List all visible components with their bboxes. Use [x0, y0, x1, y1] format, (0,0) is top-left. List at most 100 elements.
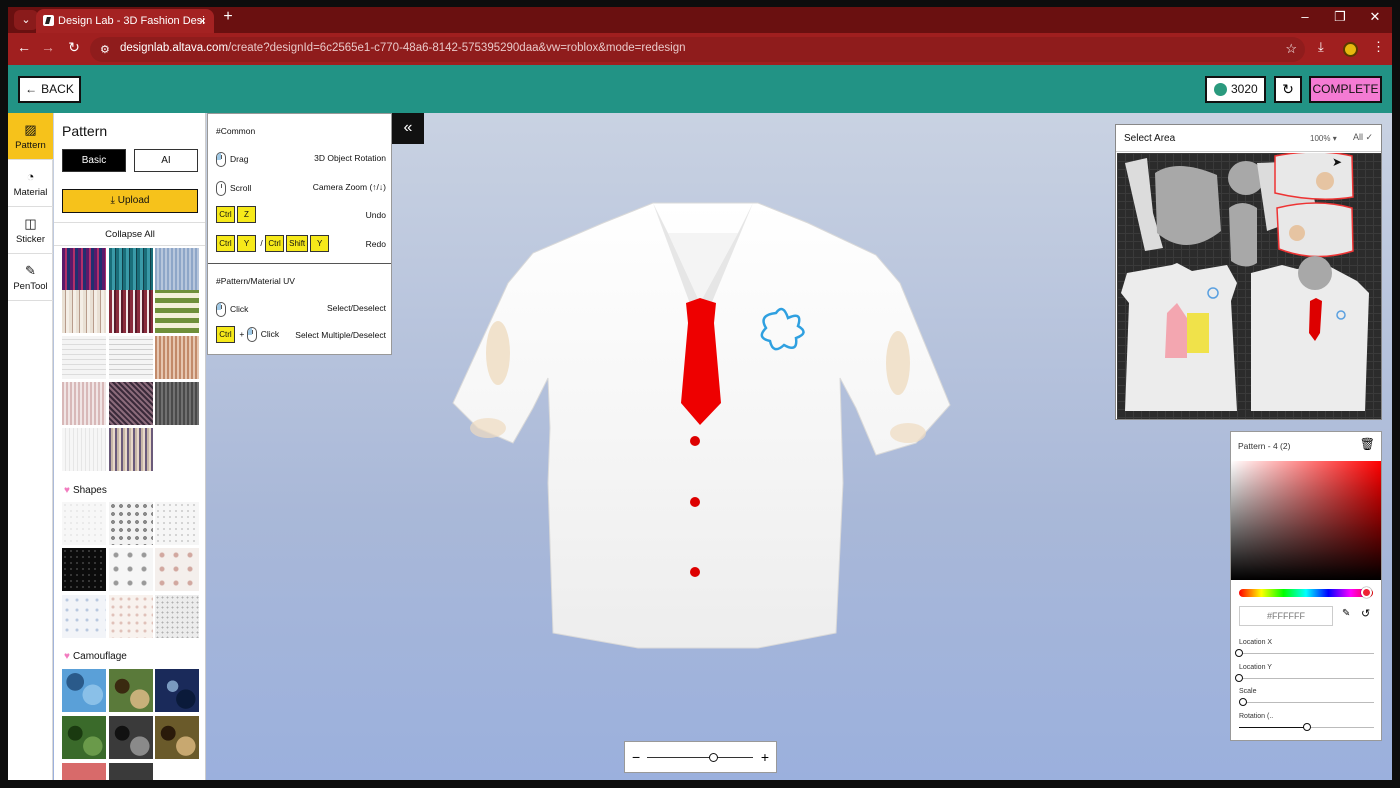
shape-swatch[interactable] — [62, 595, 106, 638]
shape-swatch[interactable] — [109, 595, 153, 638]
pen-icon: ✎ — [25, 263, 36, 278]
pattern-swatch[interactable] — [62, 382, 106, 425]
saturation-picker[interactable] — [1231, 461, 1381, 580]
camo-swatch[interactable] — [109, 716, 153, 759]
new-tab-icon[interactable]: + — [218, 8, 238, 26]
location-x-handle[interactable] — [1235, 649, 1243, 657]
camo-swatch[interactable] — [62, 716, 106, 759]
zoom-slider-handle[interactable] — [708, 753, 718, 762]
nav-sticker[interactable]: ◫ Sticker — [8, 207, 53, 254]
camo-swatch[interactable] — [109, 669, 153, 712]
uv-zoom-select[interactable]: 100% ▾ — [1310, 134, 1337, 143]
browser-tab[interactable]: Design Lab - 3D Fashion Desi × — [36, 9, 214, 33]
pattern-swatch[interactable] — [109, 382, 153, 425]
shape-swatch[interactable] — [62, 502, 106, 545]
shape-swatch[interactable] — [155, 548, 199, 591]
uv-canvas[interactable] — [1117, 151, 1381, 419]
camo-swatch[interactable] — [155, 669, 199, 712]
key-ctrl: Ctrl — [216, 206, 235, 223]
camo-swatch[interactable] — [62, 669, 106, 712]
uv-all-toggle[interactable]: All ✓ — [1353, 132, 1373, 143]
reset-color-icon[interactable]: ↺ — [1361, 607, 1370, 620]
zoom-in-icon[interactable]: + — [761, 749, 769, 765]
collapse-panel-button[interactable]: « — [392, 113, 424, 144]
back-arrow-icon[interactable]: ← — [14, 39, 34, 55]
shape-swatch[interactable] — [155, 595, 199, 638]
location-x-slider[interactable] — [1239, 653, 1374, 654]
tool-sidebar: ▨ Pattern ◔ Material ◫ Sticker ✎ PenTool — [8, 113, 53, 780]
shape-swatch[interactable] — [155, 502, 199, 545]
multi-click-label: Click — [260, 329, 280, 339]
design-stage[interactable]: ▨ Pattern ◔ Material ◫ Sticker ✎ PenTool Pat… — [8, 113, 1392, 780]
nav-pentool-label: PenTool — [13, 281, 48, 292]
camo-swatch[interactable] — [62, 763, 106, 780]
zoom-out-icon[interactable]: − — [632, 749, 640, 765]
nav-pentool[interactable]: ✎ PenTool — [8, 254, 53, 301]
shape-swatch[interactable] — [62, 548, 106, 591]
back-button[interactable]: ← BACK — [18, 76, 81, 103]
scale-handle[interactable] — [1239, 698, 1248, 706]
pattern-swatch[interactable] — [155, 382, 199, 425]
camo-swatch[interactable] — [109, 763, 153, 780]
reload-icon[interactable]: ↻ — [64, 39, 84, 56]
hex-input[interactable] — [1239, 606, 1333, 626]
location-y-label: Location Y — [1239, 664, 1272, 671]
browser-menu-icon[interactable]: ⋮ — [1372, 39, 1385, 55]
nav-material[interactable]: ◔ Material — [8, 160, 53, 207]
arrow-left-icon: ← — [25, 82, 38, 96]
shirt-3d-view[interactable] — [438, 193, 958, 663]
scale-slider[interactable] — [1239, 702, 1374, 703]
location-y-handle[interactable] — [1235, 674, 1243, 682]
shape-swatch[interactable] — [109, 548, 153, 591]
screen: ⌄ Design Lab - 3D Fashion Desi × + – ❐ ✕… — [0, 0, 1400, 788]
pattern-swatch[interactable] — [155, 336, 199, 379]
tab-ai[interactable]: AI — [134, 149, 198, 172]
key-y: Y — [237, 235, 256, 252]
pattern-panel: Pattern Basic AI ⤓ Upload Collapse All ♥… — [54, 113, 206, 780]
camo-swatch[interactable] — [155, 716, 199, 759]
bookmark-star-icon[interactable]: ☆ — [1285, 41, 1297, 57]
download-icon[interactable]: ⤓ — [1318, 39, 1324, 55]
pattern-swatch[interactable] — [62, 336, 106, 379]
pattern-swatch[interactable] — [109, 248, 153, 291]
pattern-swatch[interactable] — [62, 428, 106, 471]
section-camouflage[interactable]: ♥ Camouflage — [64, 651, 127, 662]
reset-button[interactable]: ↻ — [1274, 76, 1302, 103]
site-settings-icon[interactable]: ⚙ — [100, 43, 112, 56]
pattern-swatch[interactable] — [62, 290, 106, 333]
tab-basic[interactable]: Basic — [62, 149, 126, 172]
minimize-icon[interactable]: – — [1295, 9, 1315, 24]
pattern-swatch[interactable] — [109, 428, 153, 471]
rotation-handle[interactable] — [1302, 723, 1311, 731]
tab-search-icon[interactable]: ⌄ — [14, 10, 38, 30]
pattern-swatch[interactable] — [155, 248, 199, 291]
pattern-swatch[interactable] — [155, 290, 199, 333]
click-action: Select/Deselect — [326, 303, 386, 313]
pattern-swatch[interactable] — [109, 290, 153, 333]
complete-button[interactable]: COMPLETE — [1309, 76, 1382, 103]
trash-icon[interactable]: 🗑 — [1360, 437, 1375, 451]
hue-slider[interactable] — [1239, 589, 1373, 597]
credits-badge[interactable]: 3020 — [1205, 76, 1266, 103]
uv-islands[interactable] — [1117, 151, 1381, 419]
upload-icon: ⤓ — [110, 195, 118, 206]
close-tab-icon[interactable]: × — [199, 9, 206, 33]
shortcut-redo: Ctrl Y / Ctrl Shift Y Redo — [216, 234, 386, 254]
upload-button[interactable]: ⤓ Upload — [62, 189, 198, 213]
forward-arrow-icon[interactable]: → — [38, 39, 58, 55]
extension-icon[interactable] — [1343, 42, 1358, 57]
zoom-slider[interactable] — [647, 757, 753, 758]
pattern-swatch[interactable] — [62, 248, 106, 291]
collapse-all-button[interactable]: Collapse All — [54, 222, 205, 246]
section-shapes[interactable]: ♥ Shapes — [64, 485, 107, 496]
restore-icon[interactable]: ❐ — [1330, 9, 1350, 25]
address-bar[interactable]: ⚙ designlab.altava.com/create?designId=6… — [90, 37, 1305, 62]
hue-slider-handle[interactable] — [1361, 587, 1372, 598]
close-window-icon[interactable]: ✕ — [1365, 9, 1385, 25]
shape-swatch[interactable] — [109, 502, 153, 545]
eyedropper-icon[interactable]: ✎ — [1342, 608, 1350, 619]
material-icon: ◔ — [26, 169, 35, 184]
nav-pattern[interactable]: ▨ Pattern — [8, 113, 53, 160]
pattern-swatch[interactable] — [109, 336, 153, 379]
location-y-slider[interactable] — [1239, 678, 1374, 679]
